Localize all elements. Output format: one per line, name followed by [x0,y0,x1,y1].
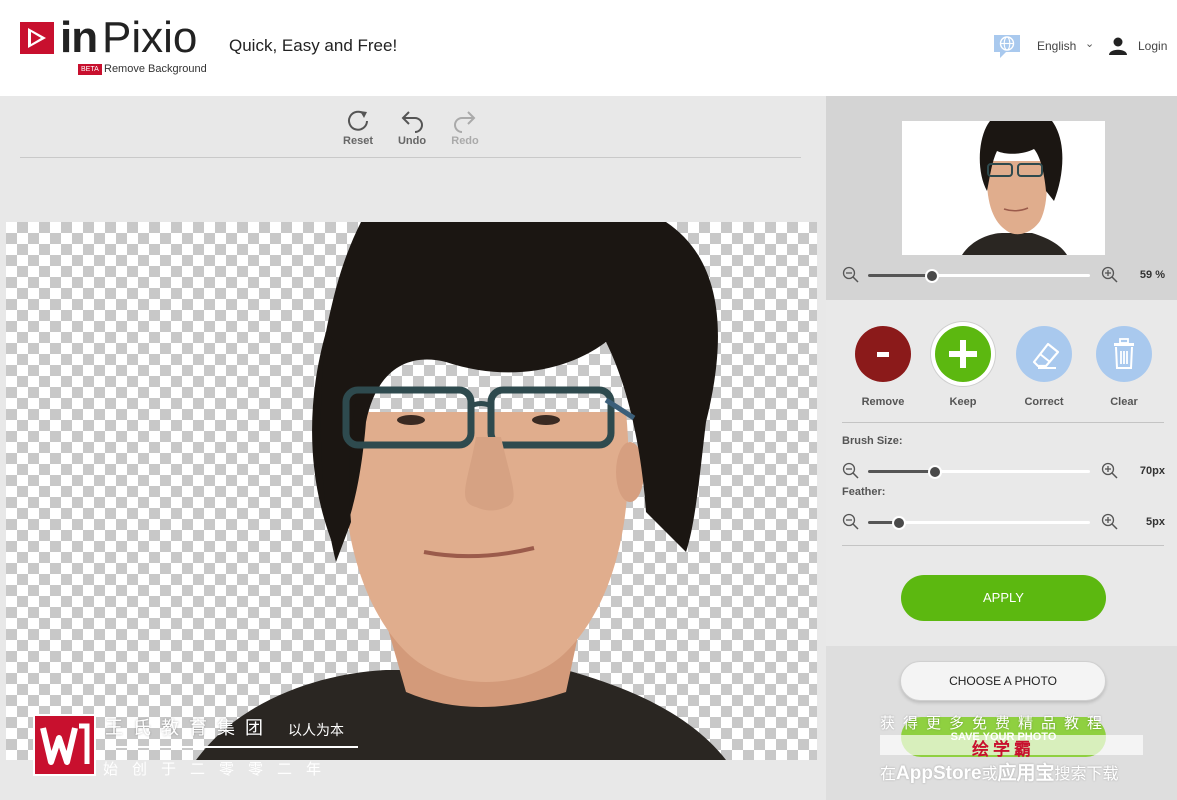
play-logo-icon [20,22,54,54]
editor-workspace: Reset Undo Redo [0,96,826,800]
brush-track[interactable] [868,465,1090,479]
app-header: in Pixio BETA Remove Background Quick, E… [0,0,1177,96]
zoom-out-icon[interactable] [842,513,860,531]
brush-size-label: Brush Size: [842,435,903,447]
feather-handle[interactable] [892,516,907,530]
zoom-out-icon[interactable] [842,462,860,480]
watermark-slogan: 以人为本 [288,722,344,738]
login-link[interactable]: Login [1138,39,1167,53]
language-selector[interactable]: English [1037,39,1076,53]
zoom-in-icon[interactable] [1101,513,1119,531]
tools-panel: 59 % Remove Keep Correct Clear Brush Siz… [826,96,1177,800]
correct-mode-button[interactable]: Correct [1013,326,1075,408]
zoom-fill [868,274,933,277]
photo-canvas[interactable] [6,222,817,760]
keep-label: Keep [949,396,977,408]
remove-mode-button[interactable]: Remove [852,326,914,408]
undo-icon [401,111,423,133]
feather-track[interactable] [868,516,1090,530]
remove-label: Remove [861,396,905,408]
watermark-promo: 获得更多免费精品教程 [880,715,1111,732]
trash-icon [1096,326,1152,382]
correct-label: Correct [1024,396,1064,408]
watermark-download-line: 在AppStore或应用宝搜索下载 [880,758,1119,785]
keep-mode-button[interactable]: Keep [932,326,994,408]
feather-label: Feather: [842,486,886,498]
watermark-yyb: 应用宝 [997,763,1055,784]
redo-button[interactable]: Redo [443,108,487,147]
undo-label: Undo [397,135,427,147]
zoom-in-icon[interactable] [1101,462,1119,480]
zoom-handle[interactable] [925,269,940,283]
zoom-track[interactable] [868,269,1090,283]
chevron-down-icon[interactable]: ⌄ [1085,37,1094,50]
feather-value: 5px [1146,516,1165,528]
brush-size-slider[interactable]: 70px [840,462,1165,482]
tagline: Quick, Easy and Free! [229,36,398,55]
zoom-slider[interactable]: 59 % [840,266,1165,286]
logo-pixio-text: Pixio [102,13,198,62]
watermark-rule [105,746,358,748]
watermark-appstore: AppStore [896,763,982,784]
clear-mode-button[interactable]: Clear [1093,326,1155,408]
clear-label: Clear [1110,396,1138,408]
watermark-founded: 始创于二零零二年 [103,761,336,778]
logo-in-text: in [60,13,98,62]
subject-photo [196,222,726,760]
redo-icon [454,111,476,133]
brush-size-value: 70px [1139,465,1165,477]
reset-icon [348,110,368,131]
remove-icon [855,326,911,382]
preview-thumbnail [902,121,1105,255]
brush-handle[interactable] [927,465,942,479]
zoom-value: 59 % [1139,269,1165,281]
toolbar-divider [20,157,801,158]
user-icon[interactable] [1108,36,1128,56]
divider [842,422,1164,423]
brush-fill [868,470,935,473]
preview-section: 59 % [826,96,1177,300]
apply-button[interactable]: APPLY [901,575,1106,621]
plus-icon [935,326,991,382]
zoom-out-icon[interactable] [842,266,860,284]
watermark-brand: 绘学霸 [972,740,1035,759]
watermark-prefix: 在 [880,766,897,783]
feather-slider[interactable]: 5px [840,513,1165,533]
choose-photo-button[interactable]: CHOOSE A PHOTO [900,661,1106,701]
eraser-icon [1016,326,1072,382]
reset-label: Reset [343,135,373,147]
globe-icon[interactable] [992,33,1022,59]
reset-button[interactable]: Reset [336,108,380,147]
w-logo-icon [33,714,96,776]
divider [842,545,1164,546]
product-name: Remove Background [104,63,207,75]
watermark-or: 或 [981,766,998,783]
inpixio-logo[interactable]: in Pixio BETA Remove Background [18,13,208,80]
watermark-company: 王氏教育集团 [105,718,273,738]
beta-badge: BETA [78,64,102,75]
undo-button[interactable]: Undo [390,108,434,147]
watermark-suffix: 搜索下载 [1054,766,1119,783]
brush-section: Remove Keep Correct Clear Brush Size: 70… [826,300,1177,646]
redo-label: Redo [451,135,479,147]
publisher-watermark: 王氏教育集团 以人为本 始创于二零零二年 [33,714,373,784]
zoom-in-icon[interactable] [1101,266,1119,284]
